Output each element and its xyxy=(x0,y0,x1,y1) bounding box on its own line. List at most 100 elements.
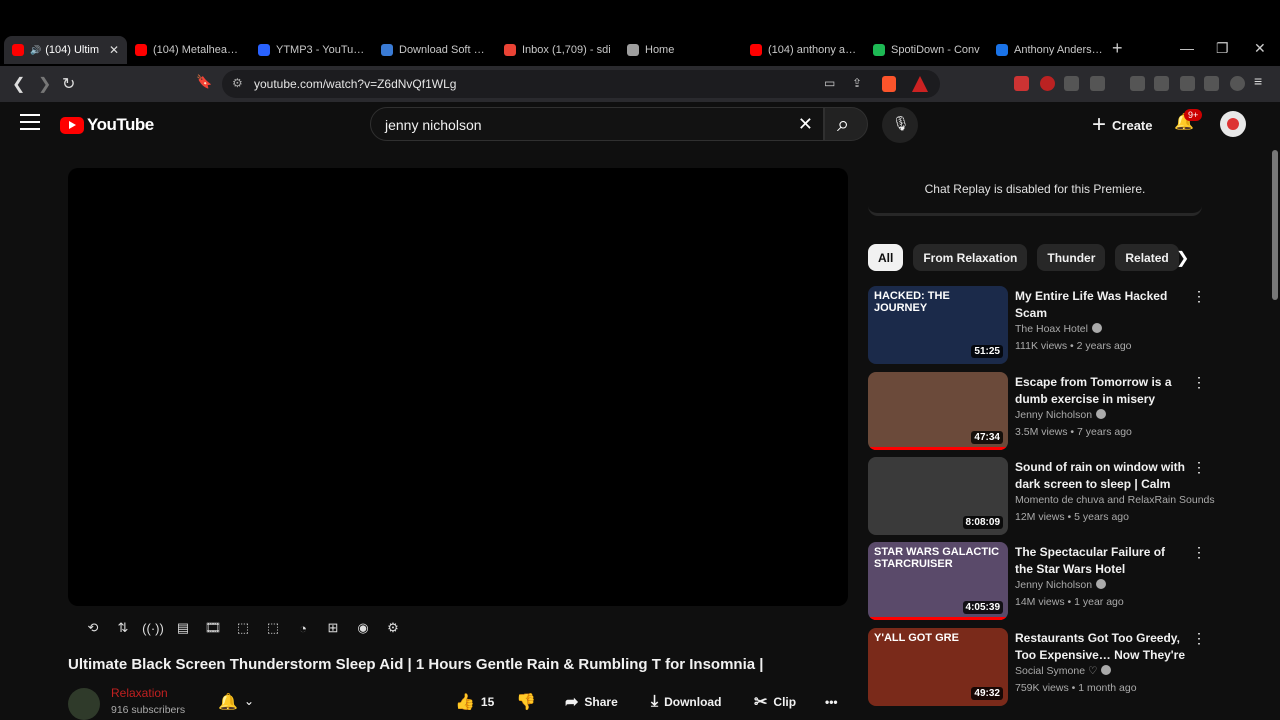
more-vert-icon[interactable]: ⋮ xyxy=(1192,288,1206,305)
close-tab-icon[interactable]: ✕ xyxy=(109,43,119,57)
hamburger-menu-icon[interactable] xyxy=(20,114,40,130)
more-vert-icon[interactable]: ⋮ xyxy=(1192,459,1206,476)
url-text[interactable]: youtube.com/watch?v=Z6dNvQf1WLg xyxy=(254,77,456,91)
video-thumbnail[interactable]: 47:34 xyxy=(868,372,1008,450)
browser-tab[interactable]: Inbox (1,709) - sdi xyxy=(496,36,619,64)
loop-icon[interactable]: ⟲ xyxy=(78,617,108,639)
theater-icon[interactable]: ⬚ xyxy=(258,617,288,639)
filter-chip[interactable]: Thunder xyxy=(1037,244,1106,271)
puzzle-icon[interactable] xyxy=(1064,76,1079,91)
share-button[interactable]: ➦ Share xyxy=(565,690,618,714)
browser-tab[interactable]: (104) Metalhead T xyxy=(127,36,250,64)
minimize-button[interactable]: — xyxy=(1180,40,1194,56)
media-icon[interactable] xyxy=(1130,76,1145,91)
speedometer-icon[interactable]: ◔ xyxy=(288,617,318,639)
browser-tab[interactable]: Home xyxy=(619,36,742,64)
vpn-icon[interactable] xyxy=(1230,76,1245,91)
new-tab-button[interactable]: + xyxy=(1112,38,1123,59)
browser-tab[interactable]: Anthony Anderson xyxy=(988,36,1111,64)
recommendation-item[interactable]: Y'ALL GOT GRE 49:32 Restaurants Got Too … xyxy=(868,628,1208,708)
video-player[interactable] xyxy=(68,168,848,606)
more-vert-icon[interactable]: ⋮ xyxy=(1192,544,1206,561)
filter-chip[interactable]: From Relaxation xyxy=(913,244,1028,271)
browser-tab[interactable]: Download Soft Ma xyxy=(373,36,496,64)
youtube-logo[interactable]: YouTube xyxy=(60,115,154,135)
video-thumbnail[interactable]: HACKED: THE JOURNEY 51:25 xyxy=(868,286,1008,364)
account-avatar[interactable] xyxy=(1220,111,1246,137)
browser-tab[interactable]: (104) anthony and xyxy=(742,36,865,64)
video-thumbnail[interactable]: Y'ALL GOT GRE 49:32 xyxy=(868,628,1008,706)
leo-ai-icon[interactable] xyxy=(1204,76,1219,91)
recommendation-item[interactable]: 47:34 Escape from Tomorrow is a dumb exe… xyxy=(868,372,1208,452)
pip-icon[interactable]: ⬚ xyxy=(228,617,258,639)
notifications-button[interactable]: 🔔 9+ xyxy=(1174,109,1203,132)
chevron-right-icon[interactable]: ❯ xyxy=(1176,248,1189,268)
recommendation-title[interactable]: My Entire Life Was Hacked Scam xyxy=(1015,288,1185,321)
recommendation-item[interactable]: 8:08:09 Sound of rain on window with dar… xyxy=(868,457,1215,537)
video-thumbnail[interactable]: STAR WARS GALACTIC STARCRUISER 4:05:39 xyxy=(868,542,1008,620)
browser-tab[interactable]: SpotiDown - Conv xyxy=(865,36,988,64)
filter-chip[interactable]: Related xyxy=(1115,244,1179,271)
clip-button[interactable]: ✂ Clip xyxy=(754,690,796,714)
screenshot-icon[interactable] xyxy=(1090,76,1105,91)
recommendation-channel[interactable]: The Hoax Hotel xyxy=(1015,323,1102,335)
filter-chip[interactable]: All xyxy=(868,244,904,271)
video-thumbnail[interactable]: 8:08:09 xyxy=(868,457,1008,535)
share-page-icon[interactable]: ⇪ xyxy=(852,76,862,90)
recommendation-title[interactable]: The Spectacular Failure of the Star Wars… xyxy=(1015,544,1185,577)
browser-tab[interactable]: YTMP3 - YouTube xyxy=(250,36,373,64)
brave-shields-icon[interactable] xyxy=(882,76,896,92)
more-actions-button[interactable]: ••• xyxy=(825,690,838,714)
search-value[interactable]: jenny nicholson xyxy=(385,117,482,133)
forward-button[interactable]: ❯ xyxy=(38,74,51,94)
recommendation-title[interactable]: Restaurants Got Too Greedy, Too Expensiv… xyxy=(1015,630,1185,663)
scissors-icon: ✂ xyxy=(754,694,768,711)
clear-search-icon[interactable]: ✕ xyxy=(798,114,813,135)
speed-icon[interactable]: ⇅ xyxy=(108,617,138,639)
close-window-button[interactable]: ✕ xyxy=(1254,40,1266,57)
brave-rewards-icon[interactable] xyxy=(912,76,928,92)
cast-icon[interactable]: ((·)) xyxy=(138,617,168,639)
wallet-icon[interactable] xyxy=(1180,76,1195,91)
create-button[interactable]: + Create xyxy=(1084,108,1160,142)
more-vert-icon[interactable]: ⋮ xyxy=(1192,374,1206,391)
search-button[interactable]: ⌕ xyxy=(824,107,868,141)
recommendation-title[interactable]: Escape from Tomorrow is a dumb exercise … xyxy=(1015,374,1185,407)
gear-icon[interactable]: ⚙ xyxy=(378,617,408,639)
screenshot-list-icon[interactable]: ▤ xyxy=(168,617,198,639)
film-icon[interactable]: 🎞 xyxy=(198,617,228,639)
extension-icon[interactable] xyxy=(1014,76,1029,91)
recommendation-channel[interactable]: Jenny Nicholson xyxy=(1015,409,1107,421)
reload-button[interactable]: ↻ xyxy=(62,74,75,94)
chevron-down-icon[interactable]: ⌄ xyxy=(244,694,254,708)
adblock-plus-icon[interactable] xyxy=(1040,76,1055,91)
dislike-button[interactable]: 👎 xyxy=(516,690,542,714)
sidebar-icon[interactable] xyxy=(1154,76,1169,91)
url-bar[interactable]: ⚙ youtube.com/watch?v=Z6dNvQf1WLg ▭ ⇪ xyxy=(222,70,940,98)
download-button[interactable]: ⤓ Download xyxy=(651,690,721,714)
site-settings-icon[interactable]: ⚙ xyxy=(232,76,243,90)
recommendation-channel[interactable]: Social Symone ♡ xyxy=(1015,665,1112,677)
recommendation-title[interactable]: Sound of rain on window with dark screen… xyxy=(1015,459,1185,492)
channel-name[interactable]: Relaxation xyxy=(111,686,168,700)
bookmark-icon[interactable]: 🔖 xyxy=(196,74,212,90)
tab-audio-icon[interactable]: 🔊 xyxy=(30,45,41,56)
search-input[interactable]: jenny nicholson ✕ xyxy=(370,107,824,141)
page-scrollbar[interactable] xyxy=(1272,150,1278,300)
voice-search-button[interactable]: 🎙 xyxy=(882,107,918,143)
browser-tab[interactable]: 🔊 (104) Ultim ✕ xyxy=(4,36,127,64)
subscribe-bell-icon[interactable]: 🔔 xyxy=(218,692,238,712)
back-button[interactable]: ❮ xyxy=(12,74,25,94)
recommendation-item[interactable]: HACKED: THE JOURNEY 51:25 My Entire Life… xyxy=(868,286,1208,366)
cast-icon[interactable]: ▭ xyxy=(824,76,835,90)
channel-avatar[interactable] xyxy=(68,688,100,720)
more-vert-icon[interactable]: ⋮ xyxy=(1192,630,1206,647)
like-button[interactable]: 👍 15 xyxy=(455,690,494,714)
recommendation-item[interactable]: STAR WARS GALACTIC STARCRUISER 4:05:39 T… xyxy=(868,542,1208,622)
camera-icon[interactable]: ◉ xyxy=(348,617,378,639)
plus-box-icon[interactable]: ⊞ xyxy=(318,617,348,639)
recommendation-channel[interactable]: Momento de chuva and RelaxRain Sounds xyxy=(1015,494,1215,506)
recommendation-channel[interactable]: Jenny Nicholson xyxy=(1015,579,1107,591)
menu-icon[interactable]: ≡ xyxy=(1254,73,1269,89)
maximize-button[interactable]: ❐ xyxy=(1216,40,1229,57)
